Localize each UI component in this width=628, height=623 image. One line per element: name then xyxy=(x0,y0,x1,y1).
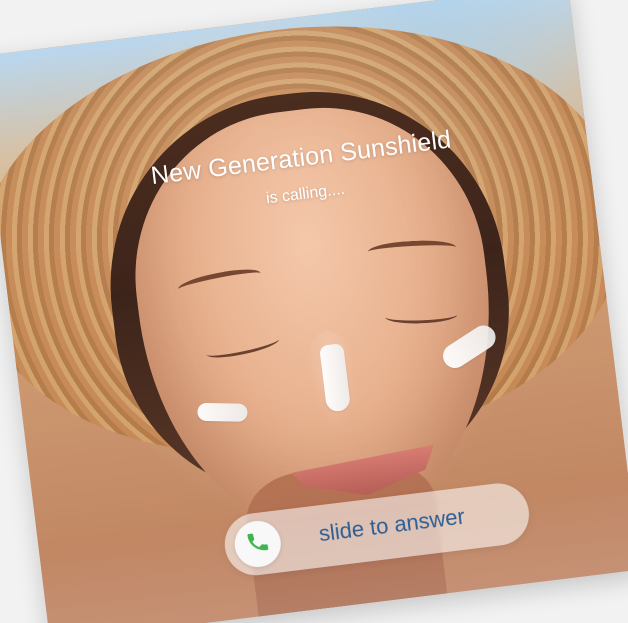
slide-to-answer-label: slide to answer xyxy=(317,503,467,547)
phone-icon xyxy=(244,528,271,560)
call-background-card: New Generation Sunshield is calling.... … xyxy=(0,0,628,623)
answer-knob[interactable] xyxy=(232,518,284,570)
left-sunscreen-mark xyxy=(197,402,248,422)
incoming-call-screen: New Generation Sunshield is calling.... … xyxy=(0,0,628,623)
